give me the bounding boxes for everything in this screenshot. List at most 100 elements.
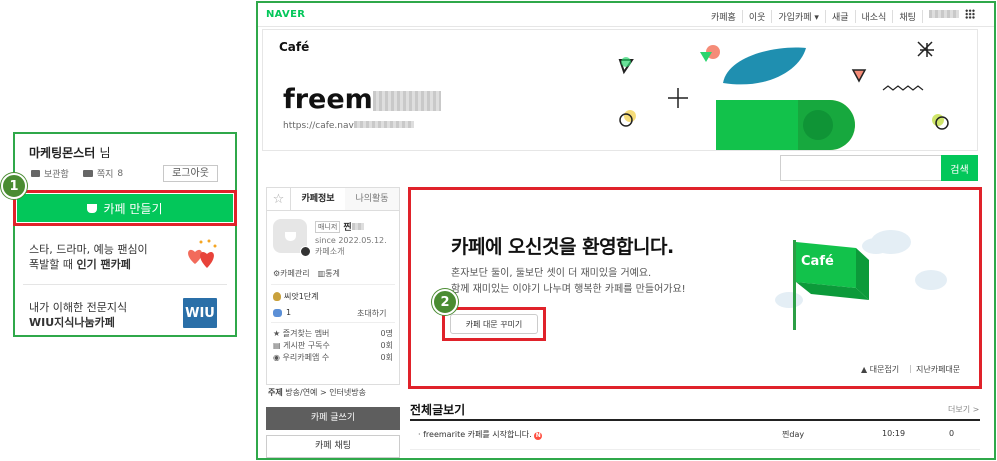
post-author[interactable]: 찐day bbox=[782, 429, 804, 440]
profile-honorific: 님 bbox=[99, 146, 111, 160]
members-icon bbox=[273, 308, 282, 317]
cafe-search: 검색 bbox=[780, 155, 978, 181]
promo-fancafe-line2-pre: 폭발할 때 bbox=[29, 258, 77, 271]
welcome-highlight: 카페에 오신것을 환영합니다. 혼자보단 둘이, 둘보단 셋이 더 재미있을 거… bbox=[408, 187, 982, 389]
write-post-button[interactable]: 카페 글쓰기 bbox=[266, 407, 400, 430]
cafe-url[interactable]: https://cafe.nav bbox=[283, 121, 414, 131]
promo-wiu[interactable]: 내가 이해한 전문지식 WIU지식나눔카페 bbox=[29, 300, 127, 330]
favorite-star-button[interactable]: ☆ bbox=[267, 188, 291, 210]
cafe-since: since 2022.05.12. bbox=[315, 236, 387, 245]
manager-name[interactable]: 찐 bbox=[343, 220, 364, 233]
seed-icon bbox=[273, 292, 281, 301]
manager-name-text: 찐 bbox=[343, 223, 352, 233]
link-separator: | bbox=[909, 364, 912, 373]
previous-banner-link[interactable]: 지난카페대문 bbox=[916, 364, 960, 375]
welcome-line-1: 혼자보단 둘이, 둘보단 셋이 더 재미있을 거예요. bbox=[451, 268, 652, 279]
posts-title[interactable]: 전체글보기 bbox=[410, 401, 465, 418]
post-title[interactable]: freemarite 카페를 시작합니다. bbox=[423, 430, 532, 439]
post-views: 0 bbox=[949, 429, 955, 438]
hearts-icon bbox=[188, 239, 217, 268]
create-cafe-button[interactable]: 카페 만들기 bbox=[17, 194, 233, 222]
cafe-header: Café freem https://cafe.nav bbox=[262, 29, 978, 151]
cafe-flag-illustration bbox=[775, 230, 947, 330]
promo-wiu-line2: WIU지식나눔카페 bbox=[29, 316, 115, 329]
cup-icon bbox=[87, 203, 98, 213]
naver-logo[interactable]: NAVER bbox=[266, 9, 305, 20]
caret-down-icon: ▾ bbox=[814, 13, 819, 23]
mail-icon bbox=[82, 170, 93, 177]
apps-grid-icon[interactable] bbox=[965, 9, 975, 19]
logout-button[interactable]: 로그아웃 bbox=[163, 165, 218, 182]
cafe-sidebar: ☆ 카페정보 나의활동 매니저 찐 since 2022.05.12. 카페소개… bbox=[266, 187, 400, 458]
decorate-highlight: 카페 대문 꾸미기 bbox=[442, 307, 546, 341]
cafe-stats-link[interactable]: ▥통계 bbox=[318, 268, 340, 279]
divider bbox=[410, 449, 980, 450]
stat-label-app: 우리카페앱 수 bbox=[282, 353, 330, 362]
gnb-new-posts[interactable]: 새글 bbox=[826, 10, 856, 23]
step-badge-1: 1 bbox=[1, 173, 27, 199]
cafe-intro-link[interactable]: 카페소개 bbox=[315, 246, 344, 257]
gnb-neighbors[interactable]: 이웃 bbox=[743, 10, 773, 23]
gnb-my-news[interactable]: 내소식 bbox=[856, 10, 894, 23]
stat-value-app: 0회 bbox=[380, 353, 393, 362]
gnb-joined-cafes-label: 가입카페 bbox=[778, 13, 812, 23]
tab-my-activity[interactable]: 나의활동 bbox=[345, 188, 399, 210]
create-cafe-highlight: 카페 만들기 bbox=[13, 190, 237, 226]
cafe-manage-label: 카페관리 bbox=[280, 269, 310, 278]
gnb-joined-cafes[interactable]: 가입카페 ▾ bbox=[772, 10, 826, 23]
divider bbox=[410, 419, 980, 421]
topic-label: 주제 bbox=[268, 388, 283, 397]
flag-logo-text: Café bbox=[801, 254, 834, 269]
profile-username[interactable]: 마케팅몬스터 bbox=[29, 146, 95, 160]
stat-row-favorites: ★ 즐겨찾는 멤버 0명 bbox=[273, 328, 393, 340]
promo-fancafe[interactable]: 스타, 드라마, 예능 팬심이 폭발할 때 인기 팬카페 bbox=[29, 242, 148, 272]
gnb-user-redacted[interactable] bbox=[923, 10, 965, 23]
cafe-chat-button[interactable]: 카페 채팅 bbox=[266, 435, 400, 458]
star-icon: ★ bbox=[273, 329, 281, 338]
stat-label-subscriptions: 게시판 구독수 bbox=[283, 341, 330, 350]
member-count[interactable]: 1 bbox=[286, 308, 291, 317]
app-icon: ◉ bbox=[273, 353, 280, 362]
tab-cafe-info[interactable]: 카페정보 bbox=[291, 188, 345, 210]
cafe-main-frame: NAVER 카페홈 이웃 가입카페 ▾ 새글 내소식 채팅 Café freem… bbox=[256, 1, 996, 460]
stat-label-favorites: 즐겨찾는 멤버 bbox=[282, 329, 330, 338]
gnb-chat[interactable]: 채팅 bbox=[893, 10, 923, 23]
camera-icon[interactable] bbox=[300, 246, 311, 257]
cafe-manage-link[interactable]: ⚙카페관리 bbox=[273, 268, 310, 279]
manager-badge: 매니저 bbox=[315, 220, 341, 233]
cafe-name-text: freem bbox=[283, 84, 373, 115]
welcome-title: 카페에 오신것을 환영합니다. bbox=[451, 236, 674, 258]
cup-icon bbox=[284, 231, 296, 241]
wiu-logo: WIU bbox=[183, 298, 217, 328]
search-button[interactable]: 검색 bbox=[941, 155, 978, 181]
cafe-info-panel: 매니저 찐 since 2022.05.12. 카페소개 ⚙카페관리 ▥통계 씨… bbox=[266, 211, 400, 385]
global-nav: NAVER 카페홈 이웃 가입카페 ▾ 새글 내소식 채팅 bbox=[258, 3, 994, 27]
storage-link[interactable]: 보관함 bbox=[44, 167, 69, 180]
divider bbox=[271, 322, 395, 323]
header-illustration bbox=[618, 41, 949, 150]
cafe-name[interactable]: freem bbox=[283, 84, 441, 115]
decorate-banner-button[interactable]: 카페 대문 꾸미기 bbox=[450, 314, 538, 334]
gnb-cafe-home[interactable]: 카페홈 bbox=[705, 10, 743, 23]
triangle-up-icon: ▲ bbox=[861, 365, 868, 374]
divider bbox=[271, 284, 395, 285]
posts-more-link[interactable]: 더보기 > bbox=[948, 404, 979, 415]
folder-icon bbox=[31, 170, 40, 177]
create-cafe-label: 카페 만들기 bbox=[103, 201, 163, 216]
invite-link[interactable]: 초대하기 bbox=[357, 308, 386, 319]
search-input[interactable] bbox=[780, 155, 941, 181]
table-row[interactable]: · freemarite 카페를 시작합니다. N 찐day 10:19 0 bbox=[410, 428, 980, 444]
notes-count: 8 bbox=[117, 168, 124, 179]
cafe-level[interactable]: 씨앗1단계 bbox=[284, 291, 319, 302]
cafe-brand-logo: Café bbox=[279, 40, 310, 54]
fold-banner-link[interactable]: ▲ 대문접기 bbox=[861, 364, 899, 375]
post-time: 10:19 bbox=[882, 429, 906, 438]
cafe-url-text: https://cafe.nav bbox=[283, 121, 354, 131]
topic-value[interactable]: 방송/연예 > 인터넷방송 bbox=[285, 388, 366, 397]
notes-link[interactable]: 쪽지 bbox=[97, 167, 114, 180]
cafe-stats-label: 통계 bbox=[325, 269, 340, 278]
wiu-logo-text: WIU bbox=[185, 305, 215, 321]
promo-fancafe-line1: 스타, 드라마, 예능 팬심이 bbox=[29, 243, 148, 256]
stat-row-subscriptions: ▤ 게시판 구독수 0회 bbox=[273, 340, 393, 352]
stat-value-favorites: 0명 bbox=[380, 329, 393, 338]
